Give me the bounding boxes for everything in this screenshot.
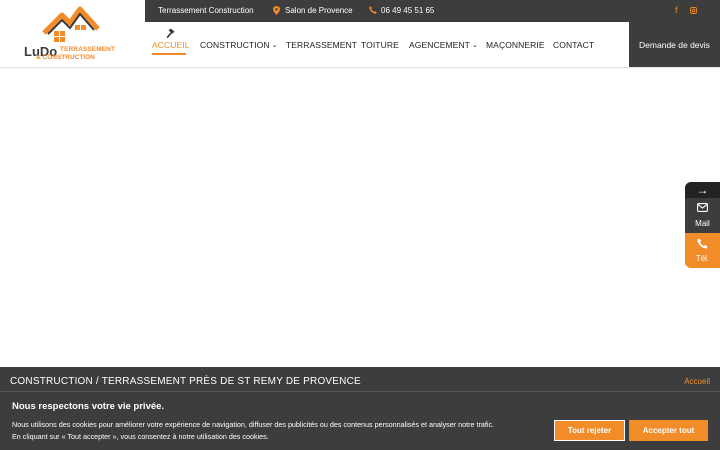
side-panel-toggle[interactable]: → xyxy=(685,182,720,198)
chevron-down-icon: ⌄ xyxy=(271,42,278,49)
phone-icon xyxy=(369,6,377,14)
nav-item-maconnerie[interactable]: MAÇONNERIE xyxy=(486,40,545,50)
side-phone-button[interactable]: Tél. xyxy=(685,233,720,268)
page-title-band: CONSTRUCTION / TERRASSEMENT PRÈS DE ST R… xyxy=(0,367,720,391)
cookie-title: Nous respectons votre vie privée. xyxy=(12,401,165,412)
house-roof-logo-icon xyxy=(42,6,100,42)
logo-line2: & CONSTRUCTION xyxy=(36,54,95,61)
chevron-down-icon: ⌄ xyxy=(471,42,478,49)
cookie-text-line2: En cliquant sur « Tout accepter », vous … xyxy=(12,432,269,441)
site-logo[interactable]: LuDo TERRASSEMENT & CONSTRUCTION xyxy=(0,0,145,67)
map-pin-icon xyxy=(273,6,280,15)
instagram-icon[interactable] xyxy=(690,7,697,14)
side-mail-button[interactable]: Mail xyxy=(685,198,720,233)
accept-all-button[interactable]: Accepter tout xyxy=(629,420,708,441)
phone-icon xyxy=(697,238,708,249)
nav-item-agencement[interactable]: AGENCEMENT ⌄ xyxy=(409,40,478,50)
side-mail-label: Mail xyxy=(695,219,710,228)
topbar-tagline: Terrassement Construction xyxy=(158,6,254,15)
main-navigation: ACCUEIL CONSTRUCTION ⌄ TERRASSEMENT TOITU… xyxy=(145,22,629,67)
cookie-text-line1: Nous utilisons des cookies pour améliore… xyxy=(12,420,495,429)
nav-item-terrassement[interactable]: TERRASSEMENT xyxy=(286,40,357,50)
breadcrumb-home-link[interactable]: Accueil xyxy=(684,377,710,386)
side-tel-label: Tél. xyxy=(695,254,710,263)
topbar-location[interactable]: Salon de Provence xyxy=(285,6,353,15)
page-title: CONSTRUCTION / TERRASSEMENT PRÈS DE ST R… xyxy=(10,376,361,387)
cookie-consent-banner: Nous respectons votre vie privée. Nous u… xyxy=(0,391,720,450)
header-divider xyxy=(0,67,720,69)
request-quote-button[interactable]: Demande de devis xyxy=(629,22,720,67)
page: LuDo TERRASSEMENT & CONSTRUCTION Terrass… xyxy=(0,0,720,450)
envelope-icon xyxy=(697,203,708,212)
reject-all-button[interactable]: Tout rejeter xyxy=(554,420,625,441)
top-info-bar: Terrassement Construction Salon de Prove… xyxy=(145,0,720,22)
logo-line1: TERRASSEMENT xyxy=(60,46,116,53)
active-nav-underline xyxy=(152,53,186,55)
facebook-icon[interactable]: f xyxy=(675,5,678,15)
arrow-right-icon: → xyxy=(696,183,709,197)
nav-item-construction[interactable]: CONSTRUCTION ⌄ xyxy=(200,40,278,50)
topbar-phone[interactable]: 06 49 45 51 65 xyxy=(381,6,434,15)
hammer-icon xyxy=(166,29,175,39)
nav-item-contact[interactable]: CONTACT xyxy=(553,40,594,50)
nav-item-agencement-label: AGENCEMENT xyxy=(409,40,470,50)
nav-item-construction-label: CONSTRUCTION xyxy=(200,40,270,50)
nav-item-accueil[interactable]: ACCUEIL xyxy=(152,40,190,50)
nav-item-toiture[interactable]: TOITURE xyxy=(361,40,399,50)
